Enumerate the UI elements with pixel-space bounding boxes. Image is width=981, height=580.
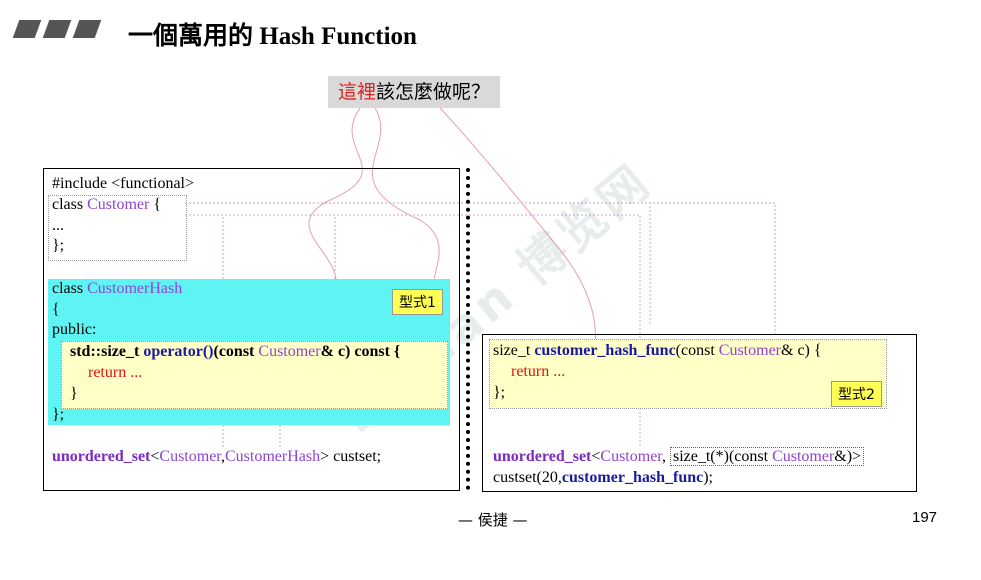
ctor-post: );	[703, 469, 713, 486]
fp-text: size_t(*)(const	[672, 448, 773, 465]
customer-class-close: };	[52, 237, 65, 254]
operator-name: operator()	[143, 343, 214, 360]
page-number: 197	[912, 509, 938, 526]
author-footer: — 侯捷 —	[458, 511, 528, 529]
ctor-pre: custset(20,	[493, 469, 562, 486]
style1-tag: 型式1	[392, 289, 443, 315]
comma: ,	[661, 448, 666, 465]
params: (const	[213, 343, 259, 360]
container-name: unordered_set	[52, 448, 151, 465]
hash-arg: CustomerHash	[224, 448, 321, 465]
func-arg: customer_hash_func	[561, 469, 704, 486]
operator-close: }	[70, 385, 78, 402]
params: (const	[675, 342, 719, 359]
type-arg: Customer	[600, 448, 662, 465]
left-code-panel: #include <functional> class Customer { .…	[43, 168, 460, 491]
return-type: size_t	[493, 342, 531, 359]
public-label: public:	[52, 321, 97, 338]
param-type: Customer	[258, 343, 321, 360]
keyword: class	[52, 196, 84, 213]
func-pointer-type: size_t(*)(const Customer&)>	[669, 447, 865, 466]
right-code-panel: size_t customer_hash_func(const Customer…	[482, 334, 917, 492]
hash-class-line: class CustomerHash	[52, 279, 182, 299]
left-declaration: unordered_set<Customer,CustomerHash> cus…	[52, 447, 381, 467]
include-line: #include <functional>	[52, 175, 195, 192]
brace: {	[153, 196, 162, 213]
func-close: };	[493, 384, 506, 401]
customer-class-dots: ...	[52, 217, 64, 234]
style2-tag: 型式2	[831, 381, 882, 407]
params: & c) const {	[320, 343, 401, 360]
param-type: Customer	[718, 342, 781, 359]
custset-construct: custset(20,customer_hash_func);	[493, 468, 713, 488]
customer-class-line: class Customer {	[52, 195, 161, 215]
return-type: std::size_t	[70, 343, 140, 360]
hash-class-open: {	[52, 301, 60, 318]
func-name: customer_hash_func	[534, 342, 676, 359]
hash-class-close: };	[52, 406, 65, 423]
container-name: unordered_set	[493, 448, 592, 465]
right-declaration: unordered_set<Customer, size_t(*)(const …	[493, 447, 865, 467]
return-line: return ...	[88, 364, 143, 381]
panel-divider	[466, 168, 470, 490]
func-signature: size_t customer_hash_func(const Customer…	[493, 341, 822, 361]
keyword: class	[52, 280, 84, 297]
class-name: Customer	[87, 196, 150, 213]
fp-text: &)>	[834, 448, 862, 465]
type-arg: Customer	[159, 448, 221, 465]
decl-rest: > custset;	[320, 448, 382, 465]
params: & c) {	[781, 342, 822, 359]
hash-class-name: CustomerHash	[87, 280, 183, 297]
operator-line: std::size_t operator()(const Customer& c…	[70, 342, 400, 362]
fp-type: Customer	[772, 448, 835, 465]
return-line: return ...	[511, 363, 566, 380]
